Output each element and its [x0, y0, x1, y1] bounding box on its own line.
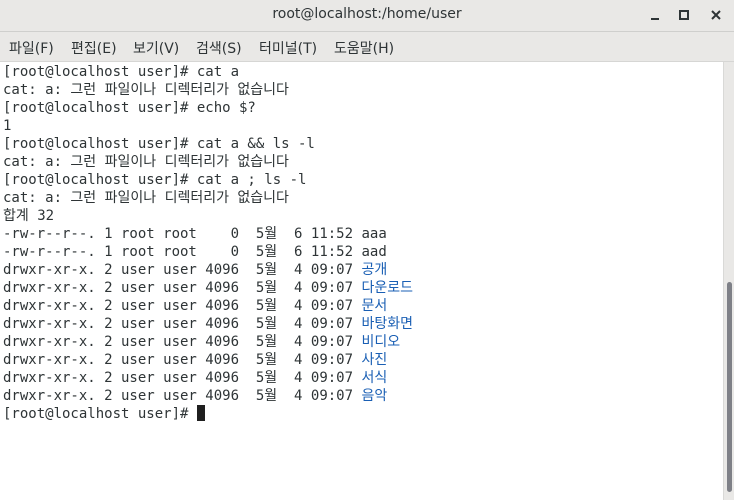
terminal-line: [root@localhost user]# echo $? — [3, 100, 256, 116]
minimize-icon — [651, 18, 659, 20]
terminal-output[interactable]: [root@localhost user]# cat a cat: a: 그런 … — [0, 62, 723, 500]
terminal-line: 합계 32 — [3, 208, 55, 224]
maximize-button[interactable] — [672, 4, 696, 26]
dir-name: 사진 — [361, 352, 388, 368]
dir-name: 공개 — [361, 262, 388, 278]
file-meta: drwxr-xr-x. 2 user user 4096 5월 4 09:07 — [3, 280, 362, 296]
dir-name: 서식 — [361, 370, 388, 386]
title-bar[interactable]: root@localhost:/home/user — [0, 0, 734, 32]
dir-row: drwxr-xr-x. 2 user user 4096 5월 4 09:07 … — [3, 279, 413, 297]
dir-row: drwxr-xr-x. 2 user user 4096 5월 4 09:07 … — [3, 315, 413, 333]
file-meta: drwxr-xr-x. 2 user user 4096 5월 4 09:07 — [3, 388, 362, 404]
file-meta: -rw-r--r--. 1 root root 0 5월 6 11:52 — [3, 226, 362, 242]
file-name: aaa — [361, 226, 387, 242]
dir-row: drwxr-xr-x. 2 user user 4096 5월 4 09:07 … — [3, 351, 387, 369]
menu-help[interactable]: 도움말(H) — [334, 38, 394, 58]
dir-name: 바탕화면 — [361, 316, 413, 332]
dir-name: 문서 — [361, 298, 388, 314]
menu-search[interactable]: 검색(S) — [196, 38, 242, 58]
file-meta: drwxr-xr-x. 2 user user 4096 5월 4 09:07 — [3, 334, 362, 350]
dir-name: 다운로드 — [361, 280, 413, 296]
terminal-line: cat: a: 그런 파일이나 디렉터리가 없습니다 — [3, 190, 289, 206]
dir-row: drwxr-xr-x. 2 user user 4096 5월 4 09:07 … — [3, 387, 387, 405]
file-meta: drwxr-xr-x. 2 user user 4096 5월 4 09:07 — [3, 262, 362, 278]
prompt: [root@localhost user]# — [3, 406, 197, 422]
terminal-line: [root@localhost user]# cat a ; ls -l — [3, 172, 307, 188]
menu-terminal[interactable]: 터미널(T) — [259, 38, 317, 58]
file-meta: drwxr-xr-x. 2 user user 4096 5월 4 09:07 — [3, 370, 362, 386]
menu-edit[interactable]: 편집(E) — [71, 38, 117, 58]
dir-row: drwxr-xr-x. 2 user user 4096 5월 4 09:07 … — [3, 297, 387, 315]
menu-view[interactable]: 보기(V) — [133, 38, 179, 58]
menu-file[interactable]: 파일(F) — [9, 38, 54, 58]
file-row: -rw-r--r--. 1 root root 0 5월 6 11:52 aaa — [3, 225, 387, 243]
maximize-icon — [679, 10, 689, 20]
file-meta: -rw-r--r--. 1 root root 0 5월 6 11:52 — [3, 244, 362, 260]
text-cursor — [196, 405, 205, 421]
vertical-scrollbar[interactable] — [723, 62, 734, 500]
file-meta: drwxr-xr-x. 2 user user 4096 5월 4 09:07 — [3, 352, 362, 368]
dir-name: 음악 — [361, 388, 388, 404]
file-meta: drwxr-xr-x. 2 user user 4096 5월 4 09:07 — [3, 298, 362, 314]
scrollbar-thumb[interactable] — [727, 282, 732, 492]
close-button[interactable] — [704, 4, 728, 26]
close-icon — [711, 10, 721, 20]
window-title: root@localhost:/home/user — [272, 6, 462, 22]
file-name: aad — [361, 244, 387, 260]
terminal-line: [root@localhost user]# cat a && ls -l — [3, 136, 315, 152]
prompt-line[interactable]: [root@localhost user]# — [3, 405, 205, 423]
file-meta: drwxr-xr-x. 2 user user 4096 5월 4 09:07 — [3, 316, 362, 332]
menu-bar: 파일(F) 편집(E) 보기(V) 검색(S) 터미널(T) 도움말(H) — [0, 32, 734, 62]
terminal-line: [root@localhost user]# cat a — [3, 64, 240, 80]
file-row: -rw-r--r--. 1 root root 0 5월 6 11:52 aad — [3, 243, 387, 261]
terminal-window: root@localhost:/home/user 파일(F) 편집(E) 보기… — [0, 0, 734, 500]
terminal-line: cat: a: 그런 파일이나 디렉터리가 없습니다 — [3, 154, 289, 170]
terminal-line: 1 — [3, 118, 12, 134]
dir-row: drwxr-xr-x. 2 user user 4096 5월 4 09:07 … — [3, 369, 387, 387]
dir-row: drwxr-xr-x. 2 user user 4096 5월 4 09:07 … — [3, 261, 387, 279]
dir-row: drwxr-xr-x. 2 user user 4096 5월 4 09:07 … — [3, 333, 400, 351]
dir-name: 비디오 — [361, 334, 401, 350]
terminal-line: cat: a: 그런 파일이나 디렉터리가 없습니다 — [3, 82, 289, 98]
minimize-button[interactable] — [643, 4, 667, 26]
